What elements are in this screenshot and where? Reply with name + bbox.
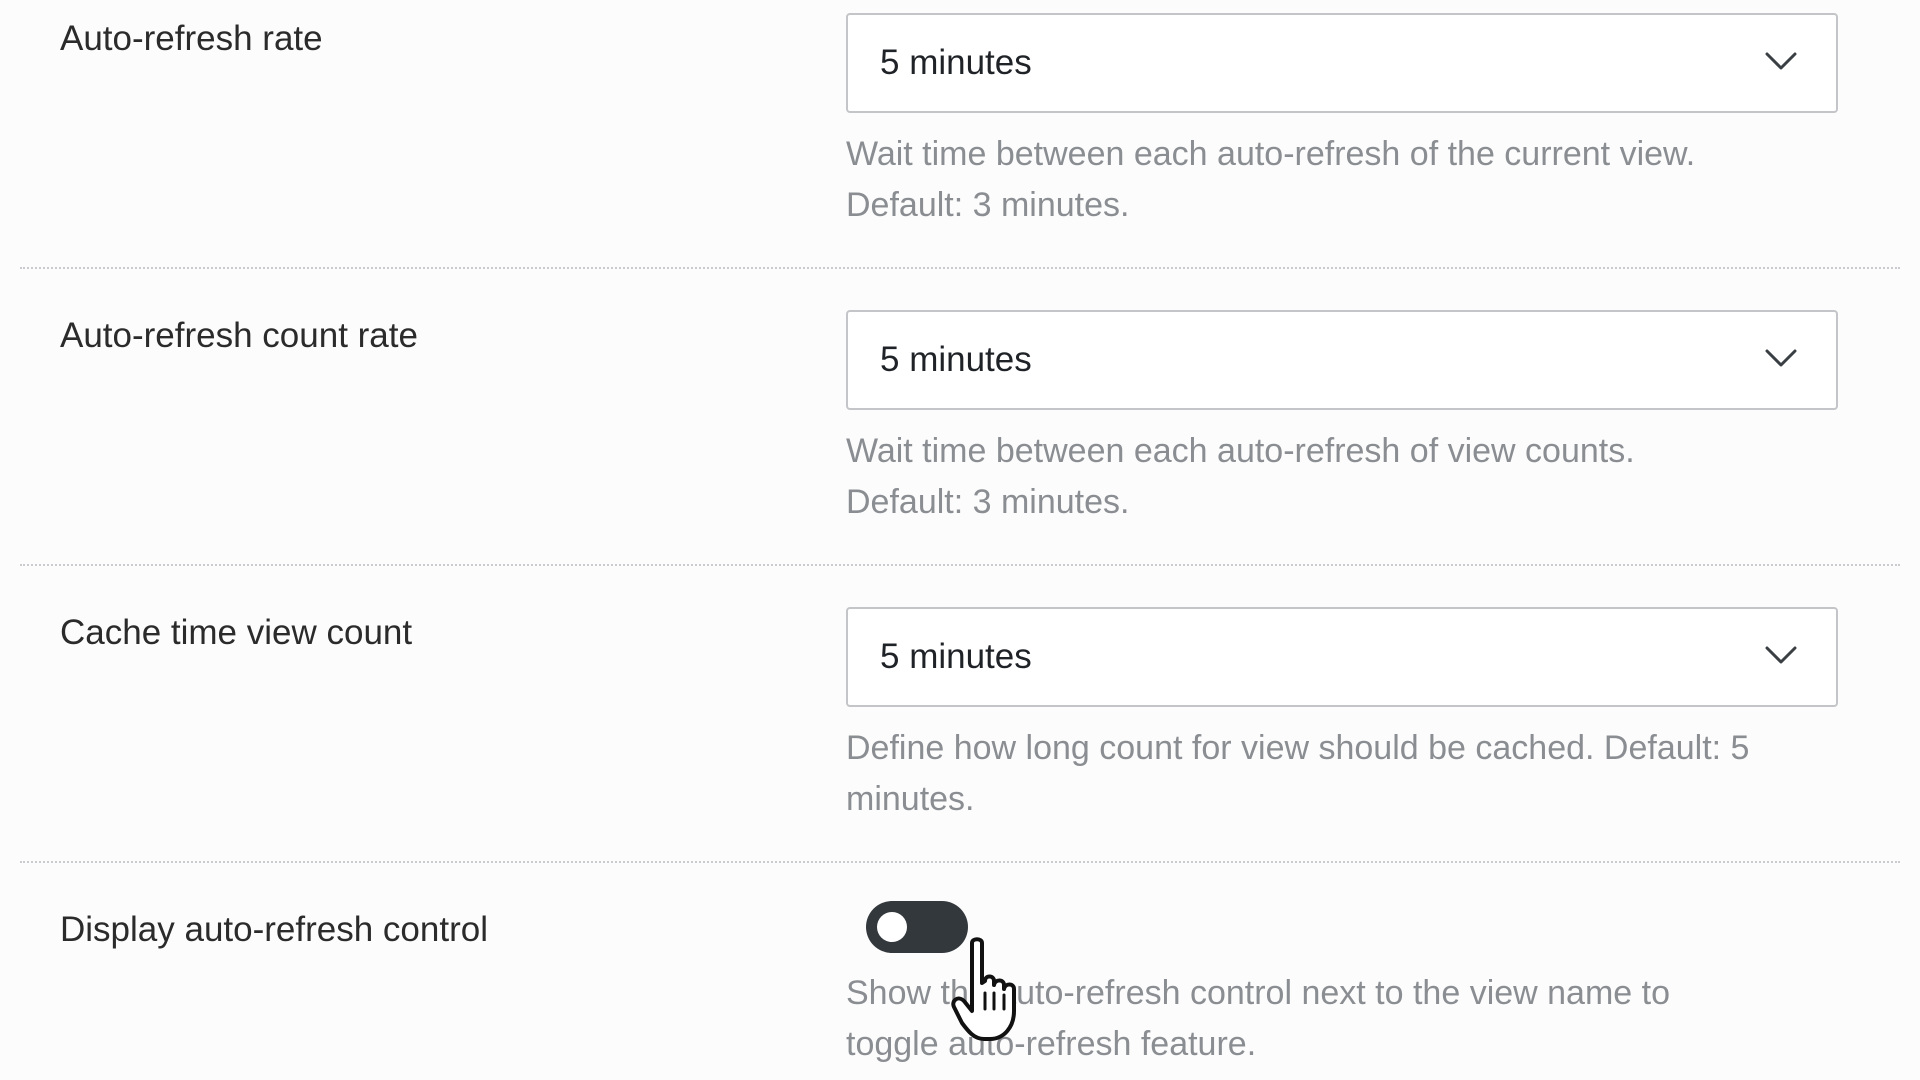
display-auto-refresh-control-help-line2: toggle auto-refresh feature.: [846, 1025, 1257, 1063]
cache-time-view-count-select[interactable]: 5 minutes: [846, 607, 1838, 707]
display-auto-refresh-control-help-line1: Show the auto-refresh control next to th…: [846, 974, 1671, 1012]
auto-refresh-count-rate-help-line1: Wait time between each auto-refresh of v…: [846, 432, 1635, 470]
auto-refresh-rate-help-line2: Default: 3 minutes.: [846, 186, 1130, 224]
auto-refresh-rate-select[interactable]: 5 minutes: [846, 13, 1838, 113]
toggle-knob: [877, 912, 907, 942]
auto-refresh-rate-value: 5 minutes: [880, 43, 1032, 82]
chevron-down-icon: [1765, 52, 1797, 70]
display-auto-refresh-control-label: Display auto-refresh control: [60, 910, 488, 949]
row-divider: [20, 267, 1900, 269]
auto-refresh-count-rate-help: Wait time between each auto-refresh of v…: [846, 426, 1846, 528]
auto-refresh-rate-help-line1: Wait time between each auto-refresh of t…: [846, 135, 1696, 173]
auto-refresh-count-rate-value: 5 minutes: [880, 340, 1032, 379]
display-auto-refresh-control-toggle[interactable]: [866, 901, 968, 953]
row-divider: [20, 564, 1900, 566]
auto-refresh-rate-label: Auto-refresh rate: [60, 19, 323, 58]
cache-time-view-count-value: 5 minutes: [880, 637, 1032, 676]
auto-refresh-count-rate-select[interactable]: 5 minutes: [846, 310, 1838, 410]
row-divider: [20, 861, 1900, 863]
chevron-down-icon: [1765, 349, 1797, 367]
cache-time-view-count-label: Cache time view count: [60, 613, 413, 652]
auto-refresh-settings: Auto-refresh rate 5 minutes Wait time be…: [0, 0, 1920, 1080]
cache-time-view-count-help: Define how long count for view should be…: [846, 723, 1846, 825]
cache-time-view-count-help-line1: Define how long count for view should be…: [846, 729, 1750, 767]
auto-refresh-count-rate-help-line2: Default: 3 minutes.: [846, 483, 1130, 521]
auto-refresh-rate-help: Wait time between each auto-refresh of t…: [846, 129, 1846, 231]
chevron-down-icon: [1765, 646, 1797, 664]
display-auto-refresh-control-help: Show the auto-refresh control next to th…: [846, 968, 1846, 1070]
cache-time-view-count-help-line2: minutes.: [846, 780, 975, 818]
auto-refresh-count-rate-label: Auto-refresh count rate: [60, 316, 418, 355]
